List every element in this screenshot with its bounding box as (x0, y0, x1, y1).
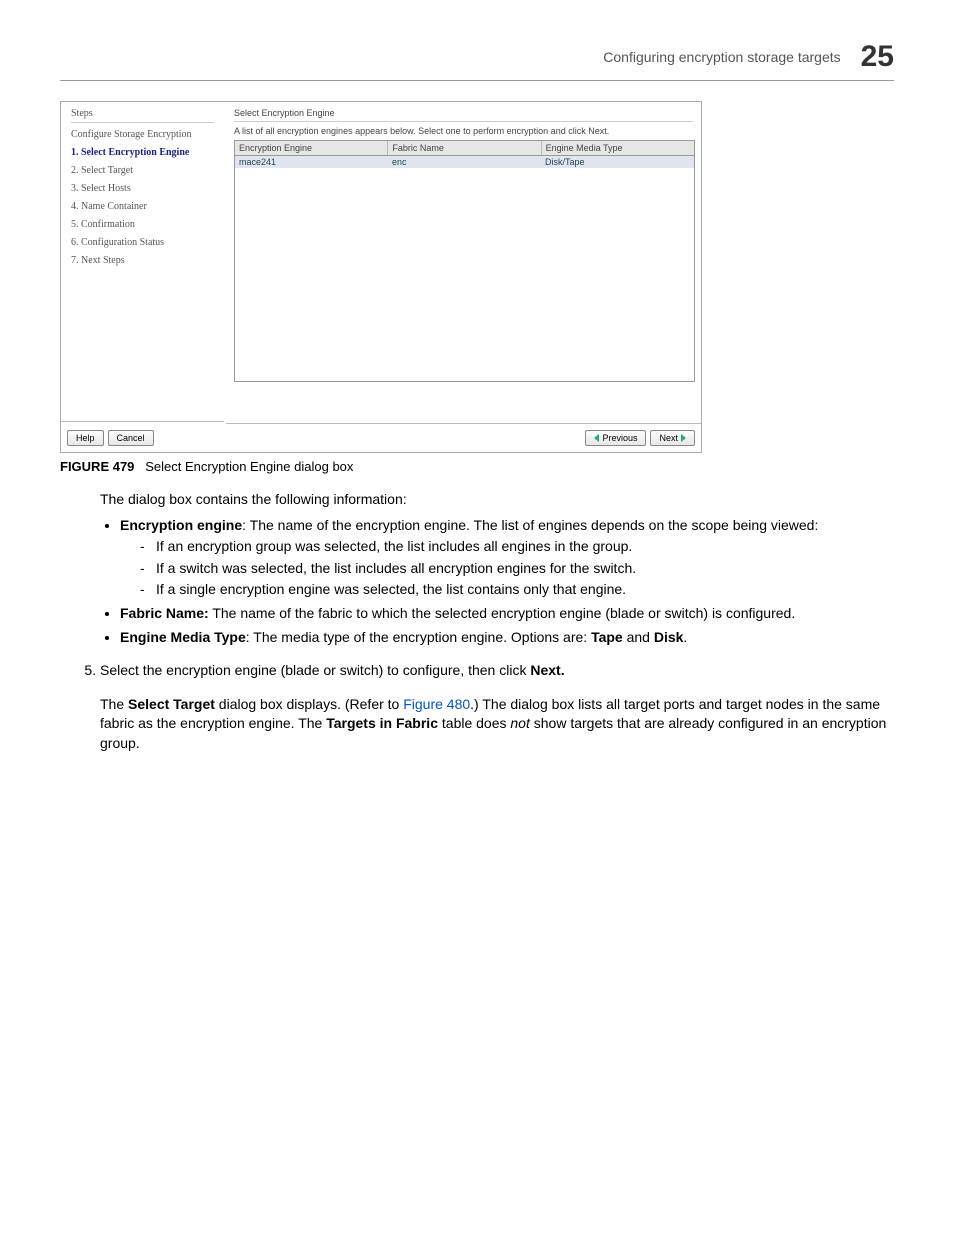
figure-label: FIGURE 479 (60, 459, 134, 474)
header-title: Configuring encryption storage targets (603, 49, 840, 65)
table-row[interactable]: mace241 enc Disk/Tape (235, 156, 694, 168)
bullet-fabric-name: Fabric Name: The name of the fabric to w… (120, 604, 894, 624)
previous-label: Previous (602, 433, 637, 443)
arrow-left-icon (594, 434, 599, 442)
panel-title: Select Encryption Engine (234, 108, 693, 122)
step-7: 7. Next Steps (71, 254, 214, 267)
cell-media: Disk/Tape (541, 156, 694, 168)
step-1: 1. Select Encryption Engine (71, 146, 214, 159)
panel-description: A list of all encryption engines appears… (234, 126, 693, 136)
numbered-steps: Select the encryption engine (blade or s… (80, 661, 894, 753)
steps-title: Steps (71, 108, 214, 123)
dash-item: If a switch was selected, the list inclu… (140, 559, 894, 579)
bullet-list: Encryption engine: The name of the encry… (120, 516, 894, 648)
figure-image: Steps Configure Storage Encryption 1. Se… (60, 101, 702, 453)
col-fabric-name: Fabric Name (388, 141, 541, 155)
chapter-number: 25 (861, 40, 894, 74)
cancel-button[interactable]: Cancel (108, 430, 154, 446)
next-label: Next (659, 433, 678, 443)
figure-caption-text: Select Encryption Engine dialog box (145, 459, 353, 474)
figure-480-link[interactable]: Figure 480 (403, 696, 470, 712)
step-5: 5. Confirmation (71, 218, 214, 231)
next-button[interactable]: Next (650, 430, 695, 446)
engine-table: Encryption Engine Fabric Name Engine Med… (234, 140, 695, 382)
step-3: 3. Select Hosts (71, 182, 214, 195)
wizard-content-panel: Select Encryption Engine A list of all e… (226, 102, 701, 424)
step-6: 6. Configuration Status (71, 236, 214, 249)
wizard-button-bar: Help Cancel Previous Next (67, 428, 695, 448)
step-4: 4. Name Container (71, 200, 214, 213)
previous-button[interactable]: Previous (585, 430, 646, 446)
intro-paragraph: The dialog box contains the following in… (100, 490, 894, 510)
help-button[interactable]: Help (67, 430, 104, 446)
dash-list: If an encryption group was selected, the… (140, 537, 894, 600)
step-2: 2. Select Target (71, 164, 214, 177)
table-header: Encryption Engine Fabric Name Engine Med… (235, 141, 694, 156)
dash-item: If an encryption group was selected, the… (140, 537, 894, 557)
bullet-engine-media-type: Engine Media Type: The media type of the… (120, 628, 894, 648)
arrow-right-icon (681, 434, 686, 442)
dash-item: If a single encryption engine was select… (140, 580, 894, 600)
wizard-steps-panel: Steps Configure Storage Encryption 1. Se… (61, 102, 224, 422)
step-5-item: Select the encryption engine (blade or s… (100, 661, 894, 753)
cell-engine: mace241 (235, 156, 388, 168)
page-header: Configuring encryption storage targets 2… (60, 40, 894, 81)
bullet-encryption-engine: Encryption engine: The name of the encry… (120, 516, 894, 600)
figure-caption: FIGURE 479 Select Encryption Engine dial… (60, 459, 894, 474)
steps-header: Configure Storage Encryption (71, 128, 214, 141)
col-engine-media-type: Engine Media Type (542, 141, 694, 155)
body-text: The dialog box contains the following in… (100, 490, 894, 647)
col-encryption-engine: Encryption Engine (235, 141, 388, 155)
cell-fabric: enc (388, 156, 541, 168)
